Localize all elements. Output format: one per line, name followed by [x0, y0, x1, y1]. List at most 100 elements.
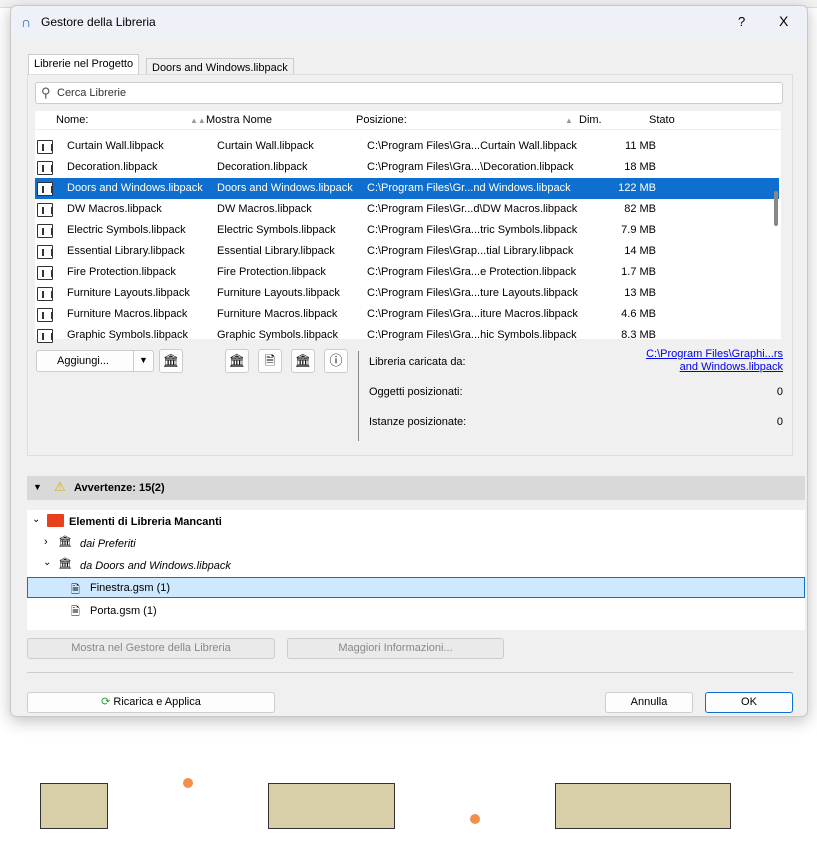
divider — [27, 672, 793, 673]
library-icon: 🏛 — [58, 558, 72, 570]
cell-name: Decoration.libpack — [67, 161, 158, 173]
export-library-icon[interactable]: 🗎 — [258, 349, 282, 373]
table-row[interactable]: DW Macros.libpack DW Macros.libpack C:\P… — [35, 199, 779, 220]
cell-size: 18 MB — [624, 161, 656, 173]
remove-library-icon[interactable]: 🏛 — [159, 349, 183, 373]
placed-objects-label: Oggetti posizionati: — [369, 386, 463, 398]
library-icon — [37, 224, 53, 238]
chevron-right-icon[interactable]: › — [44, 536, 48, 548]
table-row[interactable]: Decoration.libpack Decoration.libpack C:… — [35, 157, 779, 178]
tree-item-porta[interactable]: Porta.gsm (1) — [90, 605, 157, 617]
cell-path: C:\Program Files\Gra...e Protection.libp… — [367, 266, 577, 278]
more-info-button[interactable]: Maggiori Informazioni... — [287, 638, 504, 659]
table-row[interactable]: Fire Protection.libpack Fire Protection.… — [35, 262, 779, 283]
library-icon — [37, 266, 53, 280]
tree-item-selected[interactable]: 🗎 Finestra.gsm (1) — [27, 577, 805, 598]
cell-size: 8.3 MB — [621, 329, 656, 341]
cell-display-name: DW Macros.libpack — [217, 203, 312, 215]
cell-name: Curtain Wall.libpack — [67, 140, 164, 152]
placed-objects-value: 0 — [776, 386, 783, 398]
warning-icon: ⚠ — [54, 479, 66, 494]
tree-root[interactable]: Elementi di Libreria Mancanti — [69, 516, 222, 528]
cell-path: C:\Program Files\Grap...tial Library.lib… — [367, 245, 574, 257]
table-row[interactable]: Furniture Layouts.libpack Furniture Layo… — [35, 283, 779, 304]
cell-name: Doors and Windows.libpack — [67, 182, 203, 194]
collapse-icon[interactable]: ▼ — [33, 482, 42, 492]
cell-display-name: Curtain Wall.libpack — [217, 140, 314, 152]
cell-path: C:\Program Files\Gra...tric Symbols.libp… — [367, 224, 578, 236]
cad-hotspot — [470, 814, 480, 824]
library-refresh-icon[interactable]: 🏛 — [291, 349, 315, 373]
cell-name: Furniture Macros.libpack — [67, 308, 188, 320]
table-row[interactable]: Furniture Macros.libpack Furniture Macro… — [35, 304, 779, 325]
expand-icon[interactable]: ⌄ — [32, 514, 40, 525]
table-header: Nome: ▲▲ Mostra Nome Posizione: ▲ Dim. S… — [35, 111, 781, 130]
table-row[interactable]: Electric Symbols.libpack Electric Symbol… — [35, 220, 779, 241]
close-button[interactable]: X — [779, 13, 788, 29]
library-icon — [37, 203, 53, 217]
column-dim[interactable]: Dim. — [579, 114, 602, 126]
tree-item-finestra: Finestra.gsm (1) — [90, 582, 171, 594]
sort-asc-icon: ▲ — [565, 116, 573, 125]
cell-size: 13 MB — [624, 287, 656, 299]
reload-library-icon[interactable]: 🏛 — [225, 349, 249, 373]
cell-name: Graphic Symbols.libpack — [67, 329, 189, 341]
cell-path: C:\Program Files\Gra...ture Layouts.libp… — [367, 287, 578, 299]
reload-apply-button[interactable]: ⟳ Ricarica e Applica — [27, 692, 275, 713]
cell-name: Electric Symbols.libpack — [67, 224, 186, 236]
cell-size: 122 MB — [618, 182, 656, 194]
table-row[interactable]: Curtain Wall.libpack Curtain Wall.libpac… — [35, 136, 779, 157]
cell-display-name: Decoration.libpack — [217, 161, 308, 173]
tree-favorites[interactable]: dai Preferiti — [80, 538, 136, 550]
column-nome[interactable]: Nome: — [56, 114, 88, 126]
file-icon: 🗎 — [71, 584, 80, 596]
missing-items-tree: ⌄ Elementi di Libreria Mancanti › 🏛 dai … — [27, 510, 805, 630]
title-bar: ∩ Gestore della Libreria ? X — [11, 6, 807, 38]
folder-icon — [47, 514, 64, 527]
cell-display-name: Essential Library.libpack — [217, 245, 335, 257]
cad-wall — [268, 783, 395, 829]
tree-from-library[interactable]: da Doors and Windows.libpack — [80, 560, 231, 572]
search-input[interactable]: ⚲ Cerca Librerie — [35, 82, 783, 104]
table-row[interactable]: Essential Library.libpack Essential Libr… — [35, 241, 779, 262]
cell-size: 14 MB — [624, 245, 656, 257]
column-stato[interactable]: Stato — [649, 114, 675, 126]
loaded-from-label: Libreria caricata da: — [369, 356, 466, 368]
cad-hotspot — [183, 778, 193, 788]
libraries-table: Nome: ▲▲ Mostra Nome Posizione: ▲ Dim. S… — [35, 111, 781, 343]
placed-instances-label: Istanze posizionate: — [369, 416, 467, 428]
cell-size: 1.7 MB — [621, 266, 656, 278]
column-mostra-nome[interactable]: Mostra Nome — [206, 114, 272, 126]
column-posizione[interactable]: Posizione: — [356, 114, 407, 126]
cancel-button[interactable]: Annulla — [605, 692, 693, 713]
cell-display-name: Electric Symbols.libpack — [217, 224, 336, 236]
table-row[interactable]: Graphic Symbols.libpack Graphic Symbols.… — [35, 325, 779, 346]
show-in-manager-button[interactable]: Mostra nel Gestore della Libreria — [27, 638, 275, 659]
file-icon: 🗎 — [71, 606, 80, 618]
info-icon[interactable]: ⓘ — [324, 349, 348, 373]
library-icon — [37, 245, 53, 259]
expand-icon[interactable]: ⌄ — [43, 557, 51, 568]
add-label: Aggiungi... — [57, 355, 109, 367]
cell-path: C:\Program Files\Gr...nd Windows.libpack — [367, 182, 571, 194]
library-icon — [37, 287, 53, 301]
cell-size: 82 MB — [624, 203, 656, 215]
warnings-label: Avvertenze: 15(2) — [74, 482, 165, 494]
warnings-bar[interactable]: ▼ ⚠ Avvertenze: 15(2) — [27, 476, 805, 500]
cad-wall — [40, 783, 108, 829]
library-icon — [37, 182, 53, 196]
table-scrollbar[interactable] — [774, 191, 778, 226]
cell-path: C:\Program Files\Gra...\Decoration.libpa… — [367, 161, 574, 173]
ok-button[interactable]: OK — [705, 692, 793, 713]
tab-librerie-nel-progetto[interactable]: Librerie nel Progetto — [28, 54, 140, 76]
loaded-from-link[interactable]: C:\Program Files\Graphi...rs and Windows.… — [646, 348, 783, 374]
cell-display-name: Graphic Symbols.libpack — [217, 329, 339, 341]
table-row[interactable]: Doors and Windows.libpack Doors and Wind… — [35, 178, 779, 199]
cell-path: C:\Program Files\Gra...iture Macros.libp… — [367, 308, 578, 320]
help-button[interactable]: ? — [738, 14, 745, 29]
library-icon — [37, 308, 53, 322]
add-button[interactable]: Aggiungi... ▼ — [36, 350, 154, 372]
chevron-down-icon[interactable]: ▼ — [139, 355, 148, 365]
cell-display-name: Doors and Windows.libpack — [217, 182, 353, 194]
cell-name: Furniture Layouts.libpack — [67, 287, 190, 299]
